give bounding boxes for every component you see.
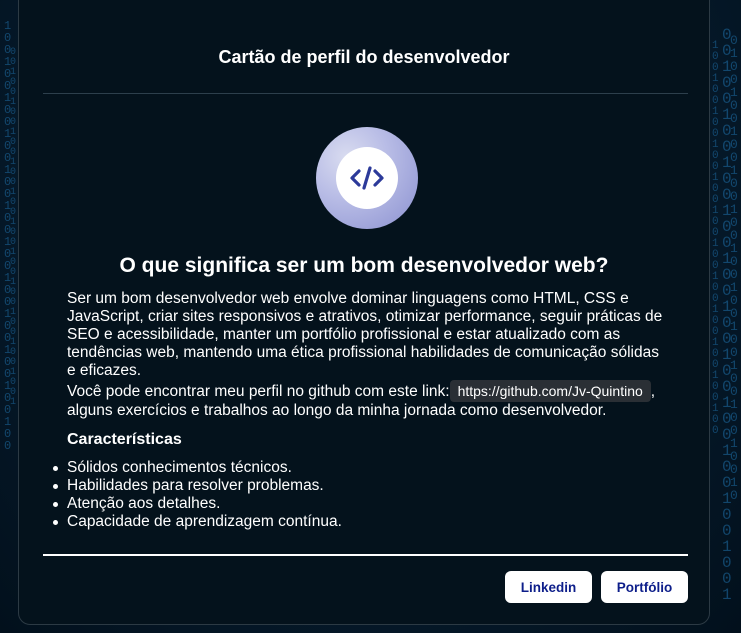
list-item: Capacidade de aprendizagem contínua.: [53, 513, 342, 530]
card-title: Cartão de perfil do desenvolvedor: [218, 47, 510, 67]
bottom-divider: [43, 554, 688, 556]
headline: O que significa ser um bom desenvolvedor…: [119, 254, 609, 277]
matrix-column: 1 0 0 1 0 0 1 0 0 1 0 0 1 0 0 1 0 0 1 0 …: [712, 40, 719, 437]
portfolio-button[interactable]: Portfólio: [601, 571, 688, 603]
description-block: Ser um bom desenvolvedor web envolve dom…: [67, 290, 667, 420]
github-paragraph: Você pode encontrar meu perfil no github…: [67, 380, 667, 420]
github-prefix: Você pode encontrar meu perfil no github…: [67, 383, 450, 400]
list-item: Habilidades para resolver problemas.: [53, 477, 342, 495]
list-item: Sólidos conhecimentos técnicos.: [53, 459, 342, 477]
list-item: Atenção aos detalhes.: [53, 495, 342, 513]
matrix-column: 0 0 1 0 0 1 0 0 1 0 0 1 0 0 1 0 0 1 0 0 …: [722, 26, 732, 604]
logo-avatar: [316, 127, 418, 229]
top-divider: [43, 93, 688, 94]
github-link[interactable]: https://github.com/Jv-Quintino: [449, 380, 651, 402]
profile-card: Cartão de perfil do desenvolvedor O que …: [18, 0, 710, 625]
features-heading: Características: [67, 431, 182, 448]
description-text: Ser um bom desenvolvedor web envolve dom…: [67, 290, 663, 379]
matrix-column: 0 1 0 0 1 0 0 1 0 0 1 0 0 1 0 0 1 0 0 1 …: [730, 33, 738, 503]
code-icon: [350, 166, 384, 190]
matrix-column: 1 0 0 1 0 0 1 0 0 1 0 0 1 0 0 1 0 0 1 0 …: [4, 19, 12, 453]
linkedin-button[interactable]: Linkedin: [505, 571, 592, 603]
matrix-column: 0 0 1 0 0 1 0 0 1 0 0 1 0 0 1 0 0 1 0 0 …: [10, 47, 17, 408]
features-list: Sólidos conhecimentos técnicos. Habilida…: [53, 459, 342, 531]
